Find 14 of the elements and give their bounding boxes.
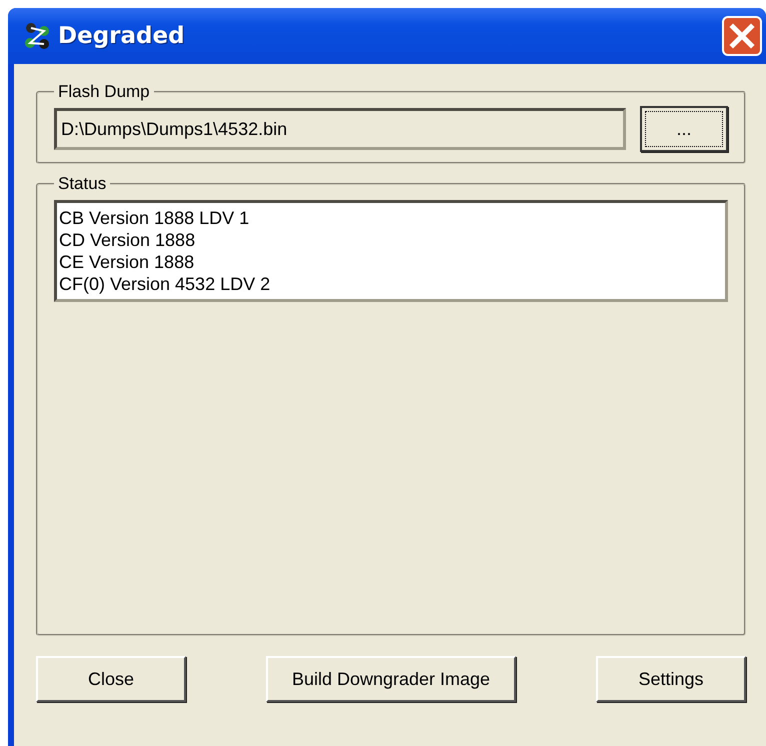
window-title: Degraded — [58, 23, 186, 49]
status-line: CB Version 1888 LDV 1 — [59, 207, 250, 229]
dialog-button[interactable]: Build Downgrader Image — [266, 656, 516, 702]
path-field[interactable]: D:\Dumps\Dumps1\4532.bin — [54, 108, 626, 150]
status-line: CD Version 1888 — [59, 229, 196, 251]
group-label: Flash Dump — [57, 82, 151, 102]
group-label: Status — [57, 174, 108, 194]
app-icon — [22, 22, 52, 50]
dialog-button[interactable]: Close — [36, 656, 186, 702]
close-icon[interactable] — [722, 16, 762, 56]
status-line: CE Version 1888 — [59, 251, 196, 273]
browse-button[interactable]: ... — [640, 106, 728, 152]
dialog-button[interactable]: Settings — [596, 656, 746, 702]
status-line: CF(0) Version 4532 LDV 2 — [59, 273, 272, 295]
